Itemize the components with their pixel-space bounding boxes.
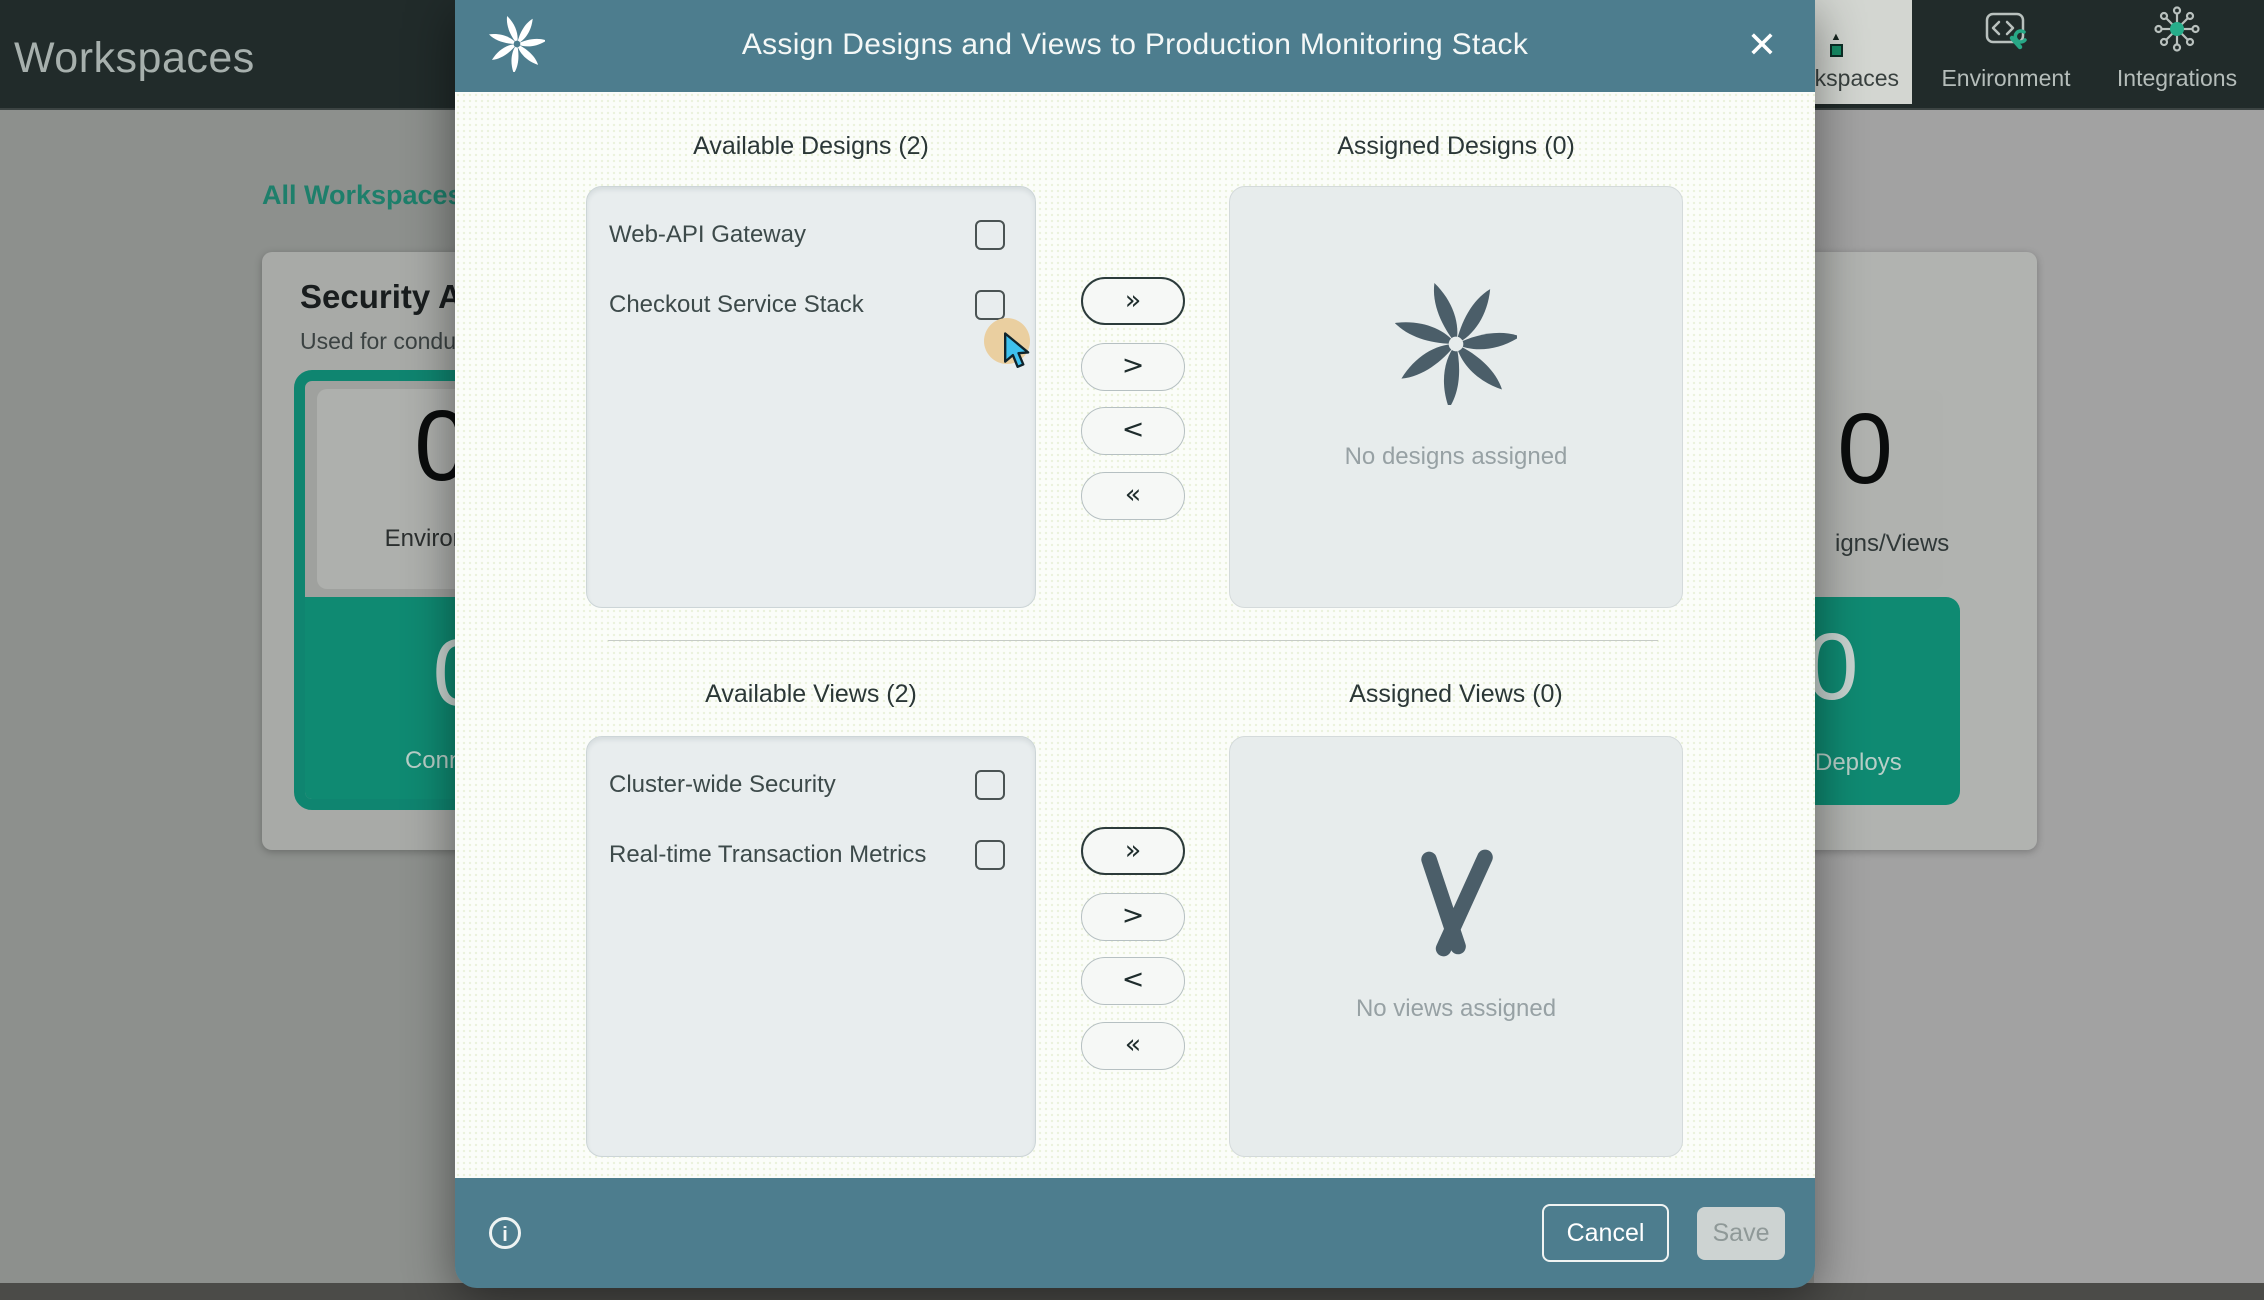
tab-integrations-label: Integrations (2117, 65, 2237, 92)
checkbox-cluster-wide-security[interactable] (975, 770, 1005, 800)
tab-integrations[interactable]: Integrations (2090, 0, 2264, 104)
list-item-real-time-transaction-metrics[interactable]: Real-time Transaction Metrics (609, 827, 1005, 883)
modal-header: Assign Designs and Views to Production M… (455, 0, 1815, 92)
available-designs-header: Available Designs (2) (586, 132, 1036, 161)
views-move-left-button[interactable]: < (1081, 957, 1185, 1005)
integrations-icon (2154, 6, 2200, 57)
environment-icon (1983, 10, 2029, 57)
checkbox-web-api-gateway[interactable] (975, 220, 1005, 250)
page-title: Workspaces (14, 34, 255, 83)
designs-move-right-button[interactable]: > (1081, 343, 1185, 391)
checkbox-checkout-service-stack[interactable] (975, 290, 1005, 320)
design-item-label: Web-API Gateway (609, 221, 806, 249)
assigned-views-panel: No views assigned (1229, 736, 1683, 1157)
views-move-all-right-button[interactable]: » (1081, 827, 1185, 875)
design-item-label: Checkout Service Stack (609, 291, 864, 319)
view-item-label: Real-time Transaction Metrics (609, 841, 926, 869)
assign-designs-views-modal: Assign Designs and Views to Production M… (455, 0, 1815, 1288)
mouse-cursor-icon (1002, 332, 1038, 377)
screen: Workspaces ▲ Workspaces Environment (0, 0, 2264, 1300)
designs-views-count: 0 (1800, 392, 1930, 507)
view-item-label: Cluster-wide Security (609, 771, 836, 799)
assigned-designs-header: Assigned Designs (0) (1231, 132, 1681, 161)
save-button[interactable]: Save (1697, 1207, 1785, 1260)
available-designs-list: Web-API Gateway Checkout Service Stack (586, 186, 1036, 608)
no-views-assigned-text: No views assigned (1230, 995, 1682, 1023)
available-views-list: Cluster-wide Security Real-time Transact… (586, 736, 1036, 1157)
available-views-header: Available Views (2) (586, 680, 1036, 709)
assigned-designs-panel: No designs assigned (1229, 186, 1683, 608)
list-item-cluster-wide-security[interactable]: Cluster-wide Security (609, 757, 1005, 813)
list-item-checkout-service-stack[interactable]: Checkout Service Stack (609, 277, 1005, 333)
modal-body: Available Designs (2) Assigned Designs (… (455, 92, 1815, 1178)
designs-views-label: igns/Views (1835, 530, 1949, 558)
views-move-right-button[interactable]: > (1081, 893, 1185, 941)
workspace-card-subtitle: Used for conduc (300, 328, 467, 355)
workspaces-icon: ▲ (1830, 32, 1843, 57)
checkbox-real-time-transaction-metrics[interactable] (975, 840, 1005, 870)
cancel-button[interactable]: Cancel (1542, 1204, 1669, 1262)
views-move-all-left-button[interactable]: « (1081, 1022, 1185, 1070)
tab-environment[interactable]: Environment (1912, 0, 2100, 104)
modal-title: Assign Designs and Views to Production M… (455, 28, 1815, 62)
designs-move-all-right-button[interactable]: » (1081, 277, 1185, 325)
info-icon[interactable]: i (489, 1217, 521, 1249)
views-v-empty-icon (1230, 847, 1682, 961)
section-divider (608, 640, 1658, 641)
designs-move-left-button[interactable]: < (1081, 407, 1185, 455)
deploys-label: Deploys (1815, 749, 1902, 777)
no-designs-assigned-text: No designs assigned (1230, 443, 1682, 471)
list-item-web-api-gateway[interactable]: Web-API Gateway (609, 207, 1005, 263)
modal-footer: i Cancel Save (455, 1178, 1815, 1288)
close-icon[interactable]: ✕ (1741, 24, 1783, 66)
designs-move-all-left-button[interactable]: « (1081, 472, 1185, 520)
tab-environment-label: Environment (1941, 65, 2070, 92)
meshery-spiral-empty-icon (1230, 283, 1682, 405)
assigned-views-header: Assigned Views (0) (1231, 680, 1681, 709)
breadcrumb-all-workspaces-link[interactable]: All Workspaces (262, 180, 463, 211)
